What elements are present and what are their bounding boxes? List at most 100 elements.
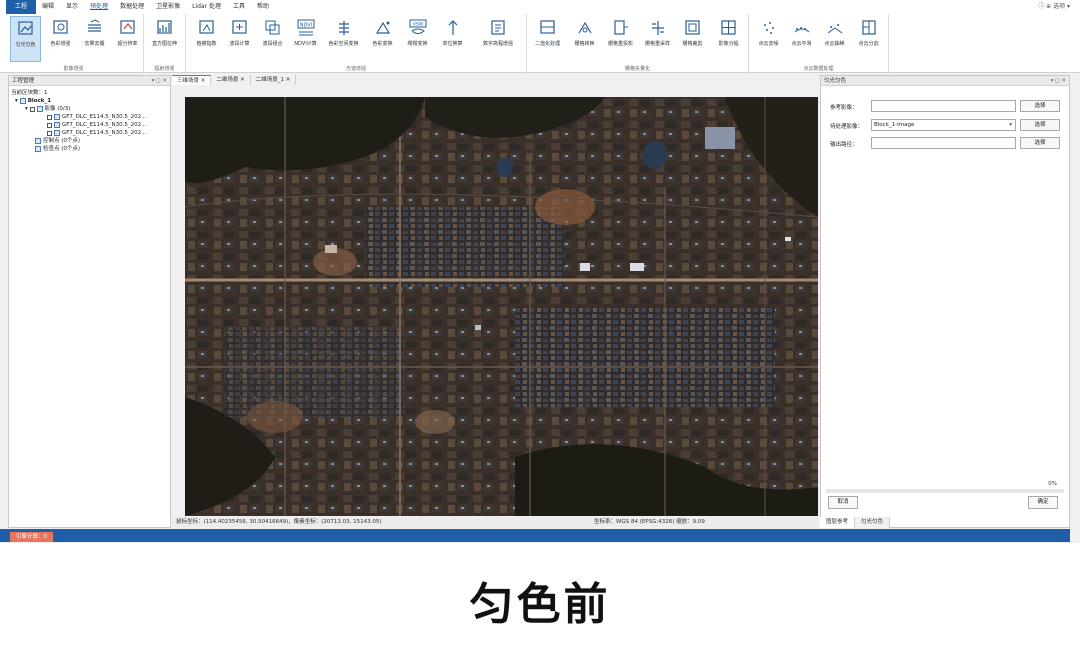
histogram-stretch-button[interactable]: 直方图拉伸 <box>149 16 180 62</box>
menu-edit[interactable]: 编辑 <box>36 0 60 14</box>
tab-layer-reference[interactable]: 图层参考 <box>820 517 856 528</box>
images-checkbox[interactable] <box>29 106 35 112</box>
super-resolution-button[interactable]: 超分辨率 <box>112 16 143 62</box>
vegetation-index-button[interactable]: 植被指数 <box>191 16 222 62</box>
svg-text:VSW: VSW <box>412 22 423 28</box>
ribbon-group-label: 辐射增强 <box>154 66 175 72</box>
dodge-panel-title: 匀光匀色 ▾ ◻ ✕ <box>821 76 1069 86</box>
project-manager-panel: 工程管理 ▾ ◻ ✕ 当前区块数：1 ▾ Block_1 ▾ 影像 (0/3) … <box>8 75 171 528</box>
image-file-icon <box>54 114 60 120</box>
raster-reproject-button[interactable]: 栅格重投影 <box>605 16 636 62</box>
chevron-down-icon[interactable]: ▾ <box>1009 120 1012 130</box>
tiling-icon <box>720 20 736 35</box>
pending-image-browse-button[interactable]: 选择 <box>1020 119 1060 131</box>
menu-help[interactable]: 帮助 <box>251 0 275 14</box>
tree-node-image[interactable]: GF7_DLC_E114.5_N30.5_202... <box>11 121 168 129</box>
menu-file[interactable]: 工程 <box>6 0 37 14</box>
application-window: 工程 编辑 显示 预处理 数据处理 卫星影像 Lidar 处理 工具 帮助 ⓘ … <box>0 0 1080 543</box>
menu-satellite-imagery[interactable]: 卫星影像 <box>150 0 186 14</box>
binarize-button[interactable]: 二值化处理 <box>532 16 563 62</box>
panel-window-buttons[interactable]: ▾ ◻ ✕ <box>1051 76 1066 86</box>
menu-lidar[interactable]: Lidar 处理 <box>186 0 227 14</box>
pending-image-select[interactable]: Block_1-Image ▾ <box>871 119 1016 131</box>
output-path-browse-button[interactable]: 选择 <box>1020 137 1060 149</box>
dodge-icon <box>17 21 33 35</box>
smooth-icon <box>794 27 809 33</box>
tab-dodge-color[interactable]: 匀光匀色 <box>855 517 891 528</box>
reference-image-input[interactable] <box>871 100 1016 112</box>
color-enhance-button[interactable]: 色彩增强 <box>45 16 76 62</box>
dodge-color-balance-button[interactable]: 匀光匀色 <box>10 16 41 62</box>
clip-icon <box>684 20 700 35</box>
progress-percent: 0% <box>1048 481 1057 487</box>
options-menu[interactable]: ⓘ ⊕ 选项 ▾ <box>1038 0 1070 14</box>
menu-bar: 工程 编辑 显示 预处理 数据处理 卫星影像 Lidar 处理 工具 帮助 ⓘ … <box>0 0 1080 14</box>
band-combination-button[interactable]: 波段组合 <box>257 16 288 62</box>
tree-node-control-points[interactable]: 控制点 (0个点) <box>11 137 168 145</box>
ribbon-group-radiometric: 直方图拉伸 辐射增强 <box>144 14 186 73</box>
color-space-transform-button[interactable]: 色彩空间变换 <box>328 16 359 62</box>
satellite-image-viewport[interactable] <box>185 97 818 516</box>
band-calc-button[interactable]: 波段计算 <box>224 16 255 62</box>
progress-bar <box>826 489 1064 493</box>
output-path-row: 输出路径： 选择 <box>830 137 1062 149</box>
dehaze-button[interactable]: 去雾去霾 <box>79 16 110 62</box>
image-checkbox[interactable] <box>47 122 52 128</box>
reference-image-row: 参考影像： 选择 <box>830 100 1062 112</box>
ribbon-group-image-enhance: 匀光匀色 色彩增强 去雾去霾 超分辨率 影像增强 <box>4 14 144 73</box>
tree-node-image[interactable]: GF7_DLC_E114.5_N30.5_202... <box>11 113 168 121</box>
tree-node-check-points[interactable]: 检查点 (0个点) <box>11 145 168 153</box>
unit-conversion-button[interactable]: 单位换算 <box>437 16 468 62</box>
color-transform-button[interactable]: 色彩变换 <box>367 16 398 62</box>
image-tiling-button[interactable]: 影像分幅 <box>713 16 744 62</box>
tasseled-cap-button[interactable]: VSW 缨帽变换 <box>402 16 433 62</box>
ribbon-group-spectral: 植被指数 波段计算 波段组合 NDVI NDVI计算 色彩空间变换 色彩变换 V… <box>186 14 527 73</box>
menu-tools[interactable]: 工具 <box>227 0 251 14</box>
ribbon-toolbar: 匀光匀色 色彩增强 去雾去霾 超分辨率 影像增强 直方图拉伸 辐射增强 植被指数… <box>0 14 1080 73</box>
tree-node-image[interactable]: GF7_DLC_E114.5_N30.5_202... <box>11 129 168 137</box>
band-calc-icon <box>231 20 247 34</box>
image-checkbox[interactable] <box>47 130 52 136</box>
tab-3d-scene[interactable]: 三维场景 ✕ <box>172 75 212 85</box>
images-folder-icon <box>36 106 43 112</box>
point-cloud-denoise-button[interactable]: 点云去噪 <box>753 16 784 62</box>
raster-clip-button[interactable]: 栅格裁剪 <box>677 16 708 62</box>
ok-button[interactable]: 确定 <box>1028 496 1058 509</box>
menu-preprocess[interactable]: 预处理 <box>84 0 114 14</box>
thin-icon <box>827 24 842 34</box>
vegetation-icon <box>198 20 214 34</box>
point-cloud-segment-button[interactable]: 点云分割 <box>853 16 884 62</box>
svg-text:NDVI: NDVI <box>299 23 311 29</box>
segment-icon <box>861 20 876 35</box>
image-checkbox[interactable] <box>47 114 52 120</box>
ribbon-group-label: 光谱增强 <box>345 66 366 72</box>
point-cloud-thin-button[interactable]: 点云抽稀 <box>819 16 850 62</box>
caption-before-color-balance: 匀色前 <box>469 579 611 630</box>
resample-icon <box>651 21 664 35</box>
tree-node-images[interactable]: ▾ 影像 (0/3) <box>11 105 168 113</box>
pending-image-label: 待处理影像： <box>830 124 864 130</box>
tree-node-block[interactable]: ▾ Block_1 <box>11 97 168 105</box>
panel-window-buttons[interactable]: ▾ ◻ ✕ <box>152 76 167 86</box>
color-enhance-icon <box>52 20 68 34</box>
raster-resample-button[interactable]: 栅格重采样 <box>642 16 673 62</box>
tab-2d-scene-1[interactable]: 二维场景_1 ✕ <box>251 75 297 85</box>
ndvi-button[interactable]: NDVI NDVI计算 <box>290 16 321 62</box>
band-combine-icon <box>265 20 279 35</box>
dem-icon <box>491 20 505 35</box>
raster-convert-button[interactable]: 栅格转换 <box>569 16 600 62</box>
color-transform-icon <box>375 21 390 34</box>
menu-data-processing[interactable]: 数据处理 <box>114 0 150 14</box>
reference-image-browse-button[interactable]: 选择 <box>1020 100 1060 112</box>
point-cloud-smooth-button[interactable]: 点云平滑 <box>786 16 817 62</box>
tab-2d-scene[interactable]: 二维场景 ✕ <box>211 75 251 85</box>
dehaze-icon <box>87 19 101 32</box>
viewport-status-bar: 鼠标坐标：(114.40235456, 30.50416649)，像素坐标：(2… <box>172 517 818 527</box>
histogram-icon <box>156 20 172 34</box>
ribbon-group-point-cloud: 点云去噪 点云平滑 点云抽稀 点云分割 点云数据处理 <box>749 14 889 73</box>
menu-view[interactable]: 显示 <box>60 0 84 14</box>
dodge-color-panel: 匀光匀色 ▾ ◻ ✕ 参考影像： 选择 待处理影像： Block_1-Image… <box>820 75 1070 528</box>
dem-enhance-button[interactable]: 数字高程增强 <box>476 16 520 62</box>
cancel-button[interactable]: 取消 <box>828 496 858 509</box>
output-path-input[interactable] <box>871 137 1016 149</box>
